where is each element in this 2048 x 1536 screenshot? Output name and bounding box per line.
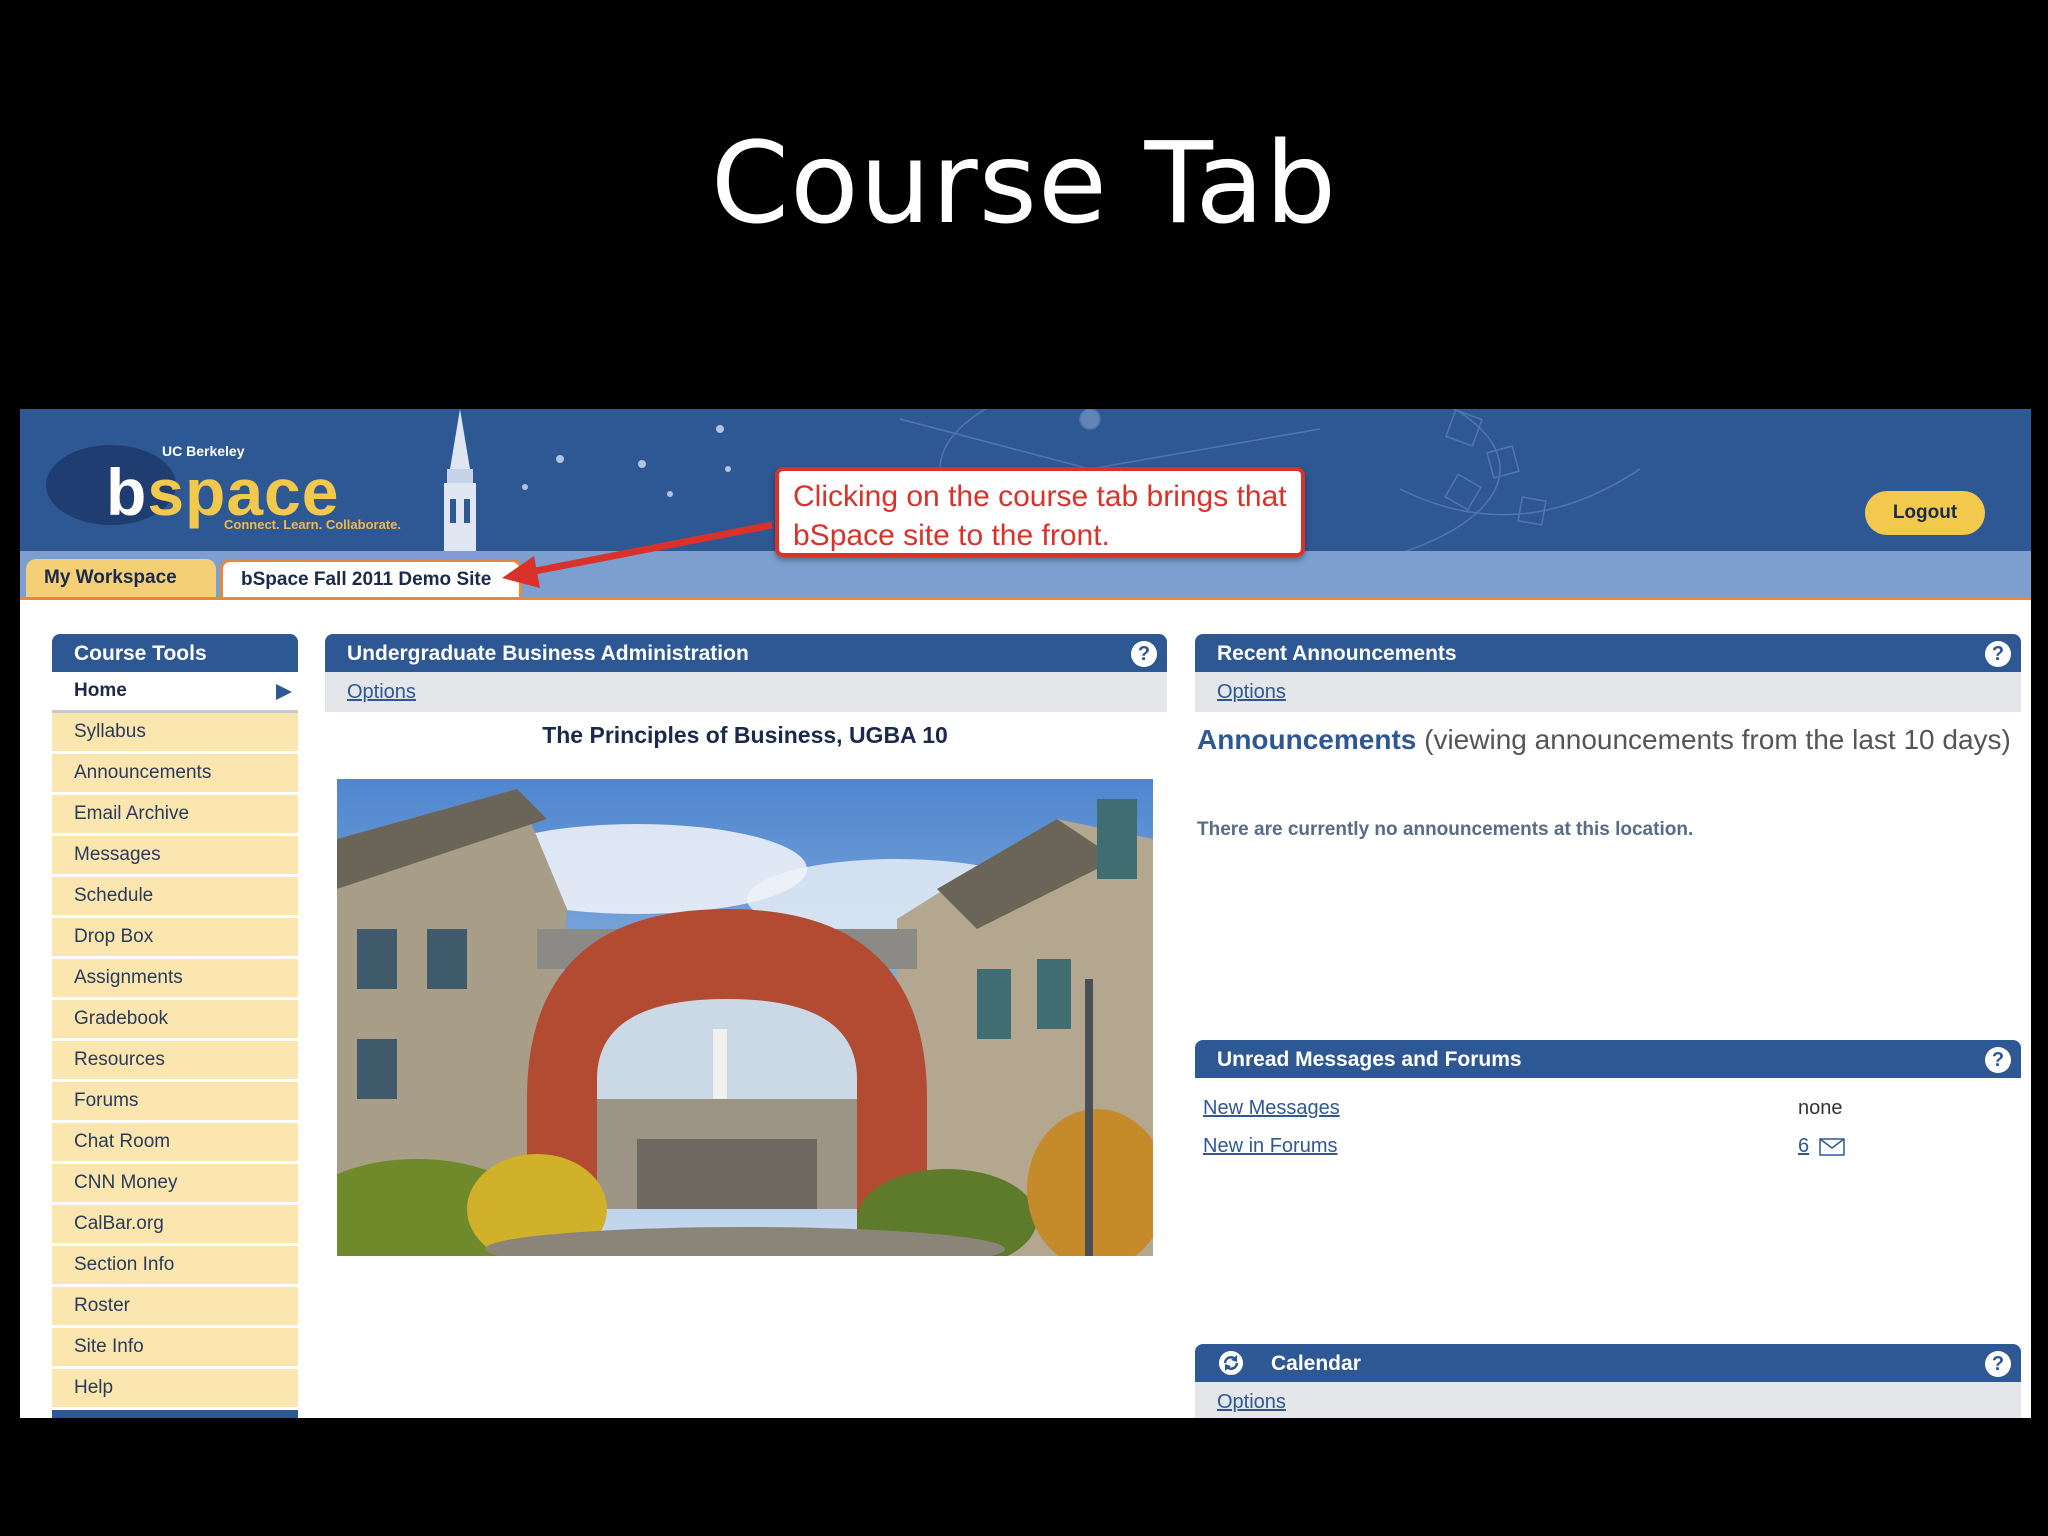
announcements-title: Recent Announcements — [1217, 642, 1457, 665]
nav-item-cnn-money[interactable]: CNN Money — [52, 1164, 298, 1205]
nav-item-resources[interactable]: Resources — [52, 1041, 298, 1082]
forums-count-link[interactable]: 6 — [1798, 1135, 1809, 1157]
course-tools-header: Course Tools — [52, 634, 298, 672]
course-tools-nav: Course Tools Home Syllabus Announcements… — [52, 634, 298, 1418]
logout-button[interactable]: Logout — [1865, 491, 1985, 535]
nav-item-announcements[interactable]: Announcements — [52, 754, 298, 795]
options-link[interactable]: Options — [1217, 1391, 1286, 1413]
new-in-forums-row: New in Forums — [1203, 1135, 1337, 1158]
help-icon[interactable]: ? — [1985, 1351, 2011, 1377]
nav-item-roster[interactable]: Roster — [52, 1287, 298, 1328]
new-messages-row: New Messages — [1203, 1097, 1340, 1120]
new-messages-link[interactable]: New Messages — [1203, 1097, 1340, 1119]
bspace-screen: UC Berkeley bspace Connect. Learn. Colla… — [20, 409, 2031, 1418]
nav-item-section-info[interactable]: Section Info — [52, 1246, 298, 1287]
help-icon[interactable]: ? — [1985, 641, 2011, 667]
current-page-arrow-icon — [276, 684, 292, 700]
nav-item-forums[interactable]: Forums — [52, 1082, 298, 1123]
annotation-arrow — [502, 521, 773, 588]
logo-tagline: Connect. Learn. Collaborate. — [224, 517, 401, 532]
tab-course-site[interactable]: bSpace Fall 2011 Demo Site — [220, 559, 522, 597]
nav-item-schedule[interactable]: Schedule — [52, 877, 298, 918]
tab-my-workspace[interactable]: My Workspace — [26, 559, 216, 597]
help-icon[interactable]: ? — [1131, 641, 1157, 667]
annotation-callout: Clicking on the course tab brings that b… — [775, 467, 1305, 557]
calendar-title: Calendar — [1271, 1352, 1361, 1375]
nav-footer — [52, 1410, 298, 1418]
new-in-forums-count[interactable]: 6 — [1798, 1135, 1845, 1158]
new-in-forums-link[interactable]: New in Forums — [1203, 1135, 1337, 1157]
unread-messages-title: Unread Messages and Forums — [1217, 1048, 1522, 1071]
nav-item-email-archive[interactable]: Email Archive — [52, 795, 298, 836]
new-messages-count: none — [1798, 1097, 1843, 1119]
announcements-heading: Announcements (viewing announcements fro… — [1197, 724, 2011, 755]
envelope-icon[interactable] — [1818, 1137, 1845, 1156]
help-icon[interactable]: ? — [1985, 1047, 2011, 1073]
nav-item-chat-room[interactable]: Chat Room — [52, 1123, 298, 1164]
logo-wordmark: bspace — [106, 455, 340, 529]
course-name: The Principles of Business, UGBA 10 — [542, 722, 948, 748]
options-link[interactable]: Options — [347, 681, 416, 703]
announcements-empty-message: There are currently no announcements at … — [1197, 819, 1694, 840]
refresh-icon[interactable] — [1219, 1351, 1243, 1375]
nav-item-home[interactable]: Home — [52, 672, 298, 713]
announcements-options-bar: Options — [1195, 672, 2021, 712]
nav-item-help[interactable]: Help — [52, 1369, 298, 1410]
nav-item-drop-box[interactable]: Drop Box — [52, 918, 298, 959]
site-info-header: Undergraduate Business Administration ? — [325, 634, 1167, 672]
nav-item-gradebook[interactable]: Gradebook — [52, 1000, 298, 1041]
bspace-logo[interactable]: UC Berkeley bspace Connect. Learn. Colla… — [46, 431, 446, 532]
campanile-icon — [444, 409, 476, 551]
announcements-header: Recent Announcements ? — [1195, 634, 2021, 672]
site-tab-bar: My Workspace bSpace Fall 2011 Demo Site — [20, 551, 2031, 600]
nav-item-site-info[interactable]: Site Info — [52, 1328, 298, 1369]
calendar-header: Calendar ? — [1195, 1344, 2021, 1382]
site-info-title: Undergraduate Business Administration — [347, 642, 749, 665]
options-link[interactable]: Options — [1217, 681, 1286, 703]
campus-photo — [337, 779, 1153, 1256]
slide-title: Course Tab — [710, 119, 1338, 249]
unread-messages-header: Unread Messages and Forums ? — [1195, 1040, 2021, 1078]
nav-item-messages[interactable]: Messages — [52, 836, 298, 877]
nav-item-calbar[interactable]: CalBar.org — [52, 1205, 298, 1246]
calendar-options-bar: Options — [1195, 1382, 2021, 1418]
site-info-options-bar: Options — [325, 672, 1167, 712]
nav-item-syllabus[interactable]: Syllabus — [52, 713, 298, 754]
nav-item-assignments[interactable]: Assignments — [52, 959, 298, 1000]
